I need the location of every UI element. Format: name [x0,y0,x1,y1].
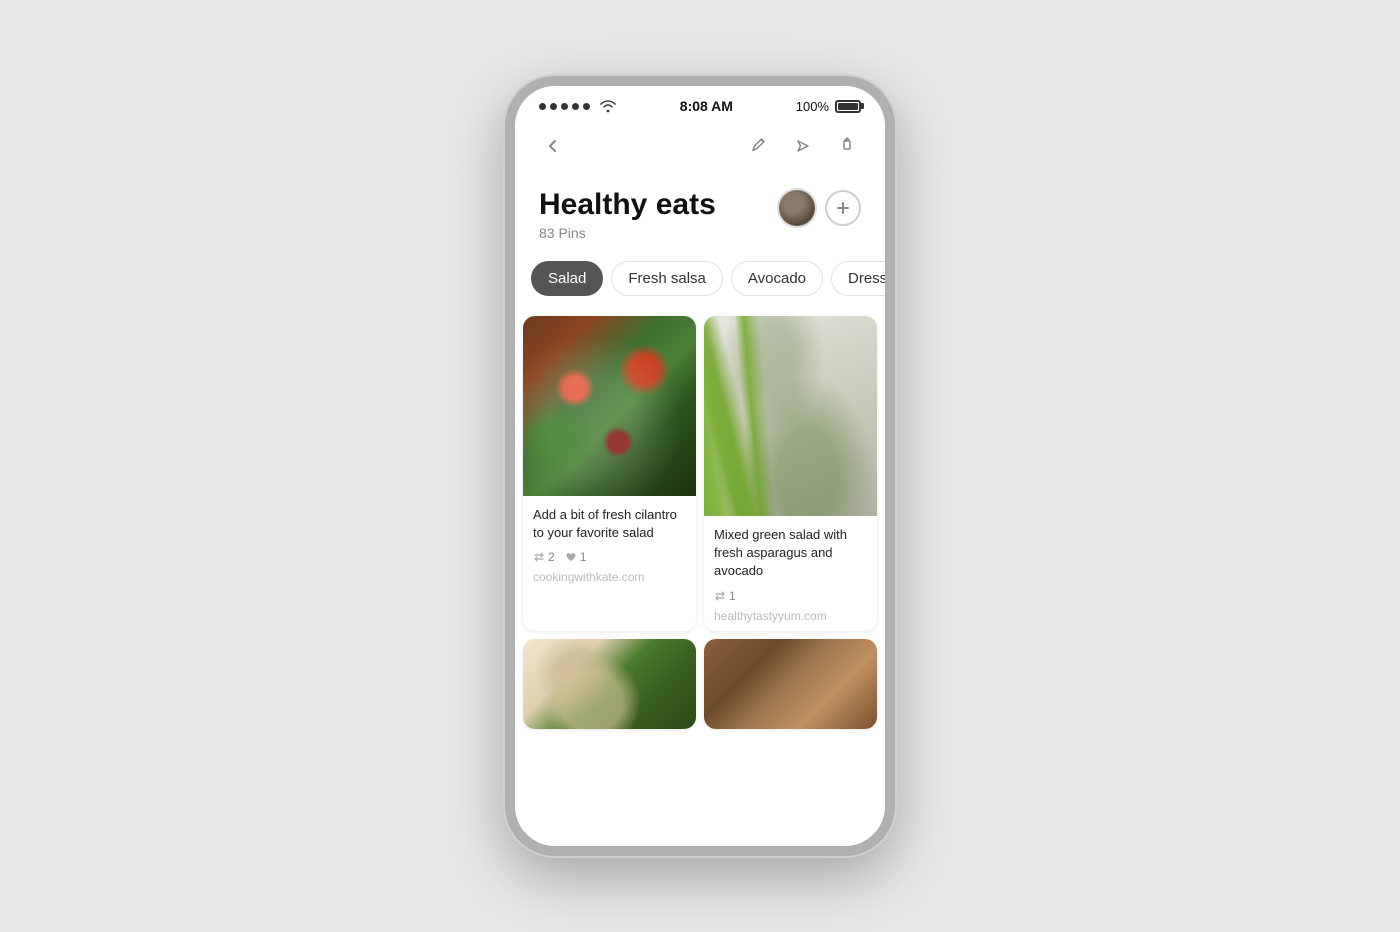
send-icon [794,137,812,155]
pin-card-brown[interactable] [704,639,877,729]
pin-meta-asparagus: 1 [714,589,867,603]
battery-icon [835,100,861,113]
toolbar-actions [741,128,865,164]
signal-area [539,99,617,113]
add-collaborator-button[interactable] [825,190,861,226]
back-icon [544,137,562,155]
pencil-icon [750,137,768,155]
share-icon [838,137,856,155]
pin-image-asparagus [704,316,877,516]
category-dressing[interactable]: Dressing [831,261,885,296]
battery-percentage: 100% [796,99,829,114]
repin-icon [533,551,545,563]
wifi-icon [599,99,617,113]
pin-card-chinese[interactable] [523,639,696,729]
phone-frame: 8:08 AM 100% [505,76,895,856]
heart-icon [565,551,577,563]
edit-button[interactable] [741,128,777,164]
plus-icon [835,200,851,216]
pin-url-asparagus: healthytastyyum.com [714,609,867,623]
pin-image-salad [523,316,696,496]
send-button[interactable] [785,128,821,164]
repin-count-asparagus: 1 [729,589,736,603]
pin-repins-salad: 2 [533,550,555,564]
category-avocado[interactable]: Avocado [731,261,823,296]
share-button[interactable] [829,128,865,164]
pin-repins-asparagus: 1 [714,589,736,603]
pin-url-salad: cookingwithkate.com [533,570,686,584]
like-count-salad: 1 [580,550,587,564]
page-title: Healthy eats [539,188,777,221]
pin-info-asparagus: Mixed green salad with fresh asparagus a… [704,516,877,631]
pin-image-brown [704,639,877,729]
pin-card-asparagus[interactable]: Mixed green salad with fresh asparagus a… [704,316,877,631]
signal-dot-1 [539,103,546,110]
phone-screen: 8:08 AM 100% [515,86,885,846]
signal-dot-2 [550,103,557,110]
pin-info-salad: Add a bit of fresh cilantro to your favo… [523,496,696,592]
pin-title-asparagus: Mixed green salad with fresh asparagus a… [714,526,867,581]
pin-image-chinese [523,639,696,729]
category-salad[interactable]: Salad [531,261,603,296]
signal-dot-3 [561,103,568,110]
status-time: 8:08 AM [680,98,733,114]
pins-count: 83 Pins [539,225,777,241]
toolbar [515,120,885,172]
pins-grid: Add a bit of fresh cilantro to your favo… [515,308,885,846]
avatar[interactable] [777,188,817,228]
repin-icon-2 [714,590,726,602]
avatar-image [779,190,815,226]
page-header: Healthy eats 83 Pins [515,172,885,249]
header-title-area: Healthy eats 83 Pins [539,188,777,241]
category-fresh-salsa[interactable]: Fresh salsa [611,261,723,296]
status-bar: 8:08 AM 100% [515,86,885,120]
pin-likes-salad: 1 [565,550,587,564]
header-actions [777,188,861,228]
battery-fill [838,103,858,110]
pin-meta-salad: 2 1 [533,550,686,564]
category-tabs: Salad Fresh salsa Avocado Dressing D [515,249,885,308]
status-right: 100% [796,99,861,114]
back-button[interactable] [535,128,571,164]
signal-dot-4 [572,103,579,110]
pin-title-salad: Add a bit of fresh cilantro to your favo… [533,506,686,542]
repin-count-salad: 2 [548,550,555,564]
signal-dot-5 [583,103,590,110]
pin-card-salad[interactable]: Add a bit of fresh cilantro to your favo… [523,316,696,631]
